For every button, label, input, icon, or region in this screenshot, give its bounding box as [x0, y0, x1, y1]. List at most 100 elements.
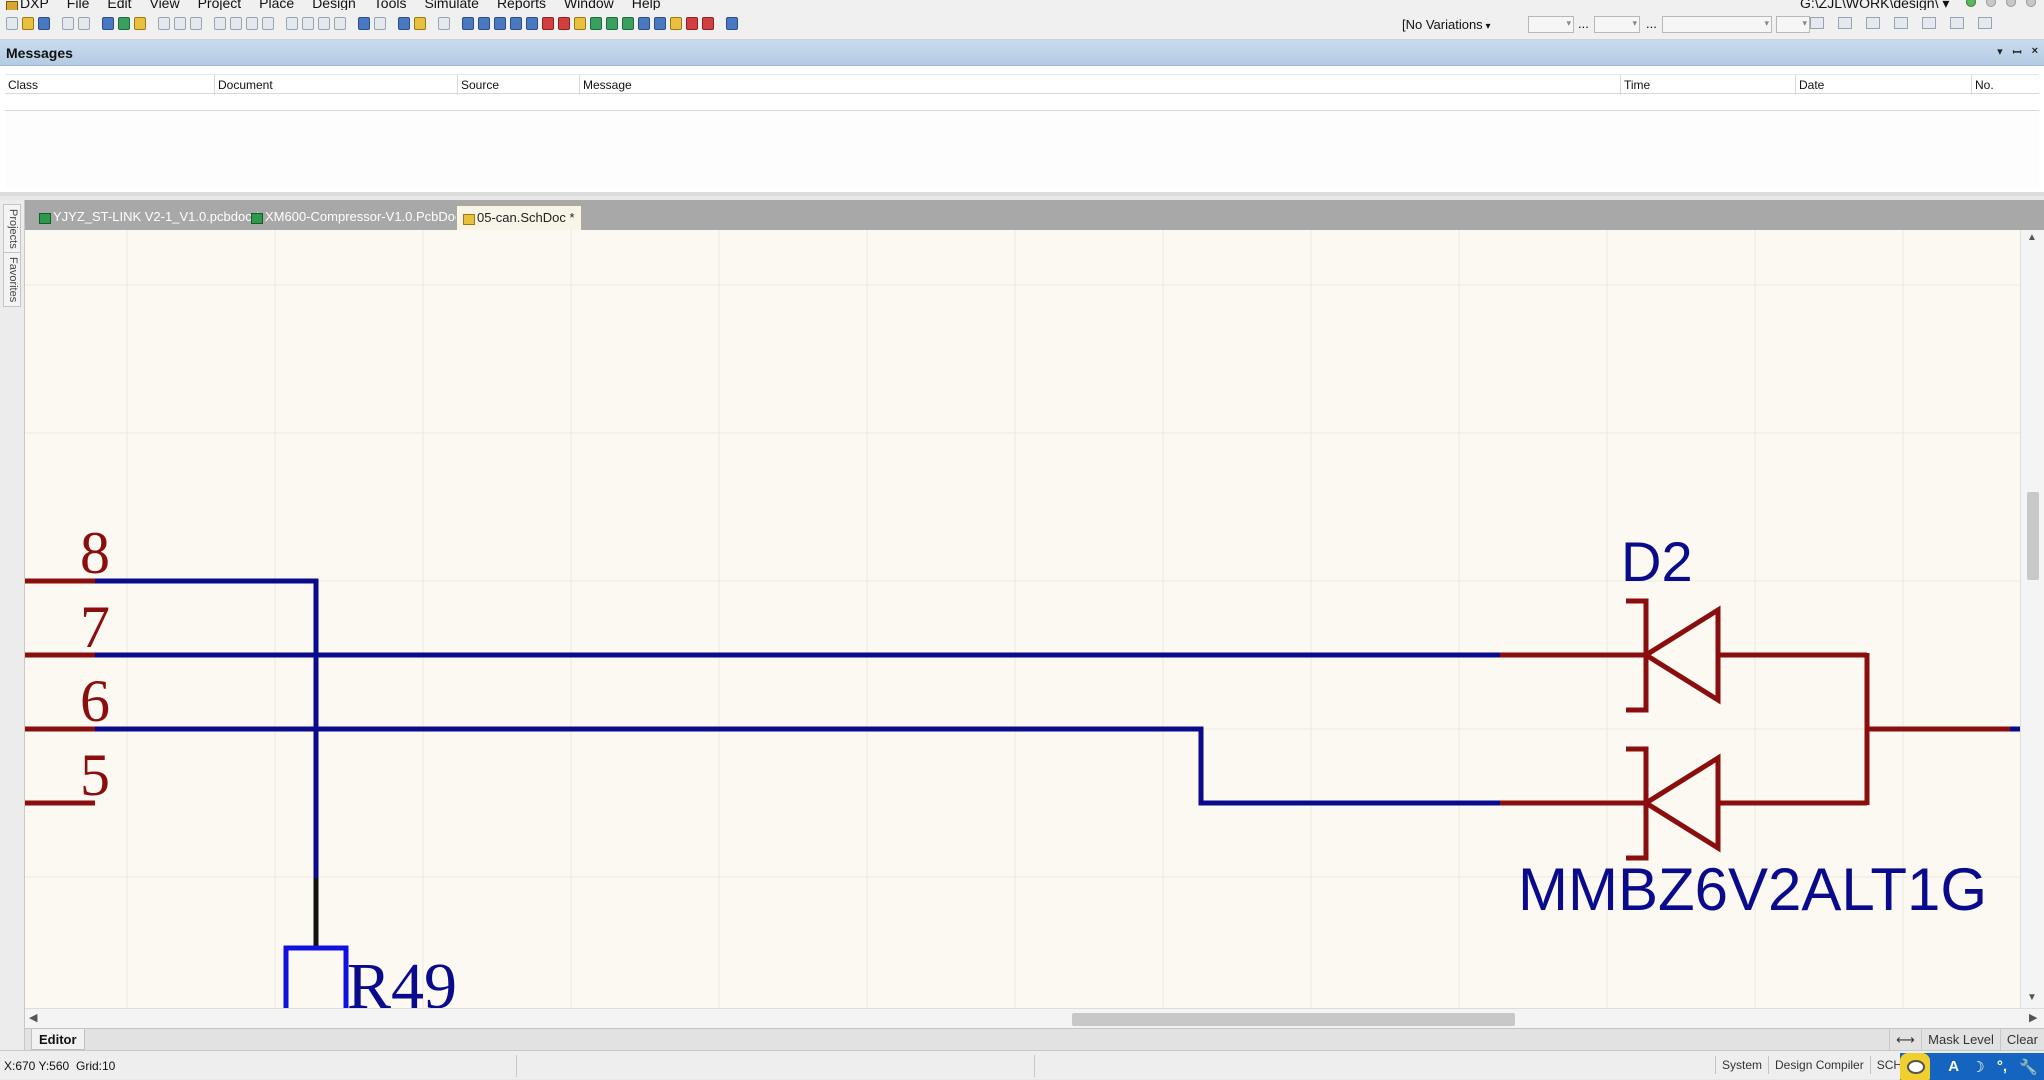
vertical-scroll-thumb[interactable]	[2027, 492, 2039, 580]
mask-slider-icon[interactable]: ⟷	[1889, 1029, 1921, 1051]
cross-probe-icon[interactable]	[414, 17, 426, 30]
open-folder-icon[interactable]	[22, 17, 34, 30]
clear-button[interactable]: Clear	[1999, 1029, 2044, 1051]
messages-list[interactable]	[5, 110, 2039, 188]
menu-help[interactable]: Help	[623, 0, 670, 10]
vcc-port-icon[interactable]	[558, 17, 570, 30]
side-tab-projects[interactable]: Projects	[3, 204, 21, 254]
scroll-left-icon[interactable]: ◀	[29, 1011, 37, 1024]
resistor-designator[interactable]: R49	[347, 950, 457, 1008]
rubber-stamp-icon[interactable]	[262, 17, 274, 30]
redo-icon[interactable]	[374, 17, 386, 30]
ime-wrench-icon[interactable]: 🔧	[2019, 1058, 2038, 1076]
menu-design[interactable]: Design	[303, 0, 365, 10]
column-source[interactable]: Source	[457, 75, 502, 95]
column-document[interactable]: Document	[214, 75, 276, 95]
browse-library-icon[interactable]	[438, 17, 450, 30]
sheet-symbol-icon[interactable]	[590, 17, 602, 30]
schematic-canvas[interactable]: 8 7 6 5 D2 MMBZ6V2ALT1G R49	[25, 230, 2044, 1008]
ime-mode-icon[interactable]: A	[1948, 1058, 1959, 1075]
editor-tab[interactable]: Editor	[31, 1029, 85, 1050]
column-message[interactable]: Message	[579, 75, 635, 95]
paste-icon[interactable]	[246, 17, 258, 30]
undo-icon[interactable]	[358, 17, 370, 30]
zoom-fit-icon[interactable]	[158, 17, 170, 30]
menu-window[interactable]: Window	[555, 0, 623, 10]
open-project-icon[interactable]	[102, 17, 114, 30]
column-time[interactable]: Time	[1620, 75, 1653, 95]
ime-punctuation-icon[interactable]: °,	[1997, 1058, 2007, 1075]
side-tab-favorites[interactable]: Favorites	[3, 252, 21, 308]
filter-combo-1[interactable]	[1528, 16, 1574, 33]
panel-close-icon[interactable]: ×	[2032, 45, 2038, 60]
harness-icon[interactable]	[638, 17, 650, 30]
schematic-drawing[interactable]: 8 7 6 5 D2 MMBZ6V2ALT1G R49	[25, 230, 2020, 1008]
filter-combo-3[interactable]	[1662, 16, 1772, 33]
tab-can-schdoc[interactable]: 05-can.SchDoc *	[456, 205, 582, 230]
distribute-icon[interactable]	[1866, 17, 1880, 29]
home-icon[interactable]	[2006, 0, 2016, 7]
align-left-icon[interactable]	[1810, 17, 1824, 29]
menu-tools[interactable]: Tools	[365, 0, 416, 10]
diode-designator[interactable]: D2	[1621, 530, 1693, 593]
select-area-icon[interactable]	[286, 17, 298, 30]
system-button[interactable]: System	[1715, 1056, 1768, 1074]
design-compiler-button[interactable]: Design Compiler	[1768, 1056, 1870, 1074]
device-sheet-symbol-icon[interactable]	[622, 17, 634, 30]
drawing-tools-icon[interactable]	[726, 17, 738, 30]
filter-combo-4[interactable]	[1776, 16, 1810, 33]
panel-float-icon[interactable]: ꟷ	[2013, 45, 2022, 60]
column-no[interactable]: No.	[1971, 75, 1997, 95]
print-icon[interactable]	[62, 17, 74, 30]
mask-level-button[interactable]: Mask Level	[1921, 1029, 2000, 1051]
forward-icon[interactable]	[1986, 0, 1996, 7]
menu-edit[interactable]: Edit	[98, 0, 140, 10]
variations-dropdown[interactable]: [No Variations	[1398, 16, 1495, 34]
panel-icon[interactable]	[1978, 17, 1992, 29]
gnd-port-icon[interactable]	[526, 17, 538, 30]
filter-combo-2[interactable]	[1594, 16, 1640, 33]
align-center-icon[interactable]	[1838, 17, 1852, 29]
menu-view[interactable]: View	[140, 0, 188, 10]
scroll-down-icon[interactable]: ▼	[2027, 992, 2037, 1003]
menu-simulate[interactable]: Simulate	[415, 0, 487, 10]
device-sheet-icon[interactable]	[118, 17, 130, 30]
off-sheet-connector-icon[interactable]	[670, 17, 682, 30]
menu-project[interactable]: Project	[189, 0, 251, 10]
wiring-check-icon[interactable]	[1894, 17, 1908, 29]
panel-menu-icon[interactable]: ▾	[1997, 45, 2003, 60]
snap-icon[interactable]	[1950, 17, 1964, 29]
menu-place[interactable]: Place	[250, 0, 303, 10]
cut-icon[interactable]	[214, 17, 226, 30]
horizontal-scroll-thumb[interactable]	[1072, 1013, 1515, 1026]
resistor-r49[interactable]	[283, 945, 349, 1008]
vertical-scrollbar[interactable]: ▲ ▼	[2020, 230, 2044, 1008]
sheet-entry-icon[interactable]	[606, 17, 618, 30]
scroll-up-icon[interactable]: ▲	[2027, 232, 2037, 243]
diode-part-number[interactable]: MMBZ6V2ALT1G	[1518, 856, 1987, 923]
column-date[interactable]: Date	[1795, 75, 1827, 95]
menu-reports[interactable]: Reports	[488, 0, 555, 10]
zoom-area-icon[interactable]	[174, 17, 186, 30]
ime-mascot-icon[interactable]	[1900, 1053, 1930, 1080]
place-part-icon[interactable]	[574, 17, 586, 30]
zoom-selected-icon[interactable]	[190, 17, 202, 30]
deselect-icon[interactable]	[318, 17, 330, 30]
directive-icon[interactable]	[702, 17, 714, 30]
save-icon[interactable]	[38, 17, 50, 30]
tab-stlink-pcb[interactable]: YJYZ_ST-LINK V2-1_V1.0.pcbdoc *	[33, 205, 266, 230]
menu-file[interactable]: File	[58, 0, 99, 10]
power-port-icon[interactable]	[542, 17, 554, 30]
move-icon[interactable]	[302, 17, 314, 30]
back-icon[interactable]	[1966, 0, 1976, 7]
port-icon[interactable]	[654, 17, 666, 30]
tab-compressor-pcb[interactable]: XM600-Compressor-V1.0.PcbDoc	[245, 205, 468, 230]
place-wire-icon[interactable]	[462, 17, 474, 30]
ime-moon-icon[interactable]: ☽	[1971, 1058, 1984, 1076]
settings-icon[interactable]	[2026, 0, 2036, 7]
place-bus-icon[interactable]	[478, 17, 490, 30]
clear-filter-icon[interactable]	[334, 17, 346, 30]
menu-dxp[interactable]: DXP	[4, 0, 58, 10]
wire-pin6[interactable]	[95, 726, 1500, 806]
horizontal-scrollbar[interactable]: ◀ ▶	[25, 1008, 2044, 1028]
